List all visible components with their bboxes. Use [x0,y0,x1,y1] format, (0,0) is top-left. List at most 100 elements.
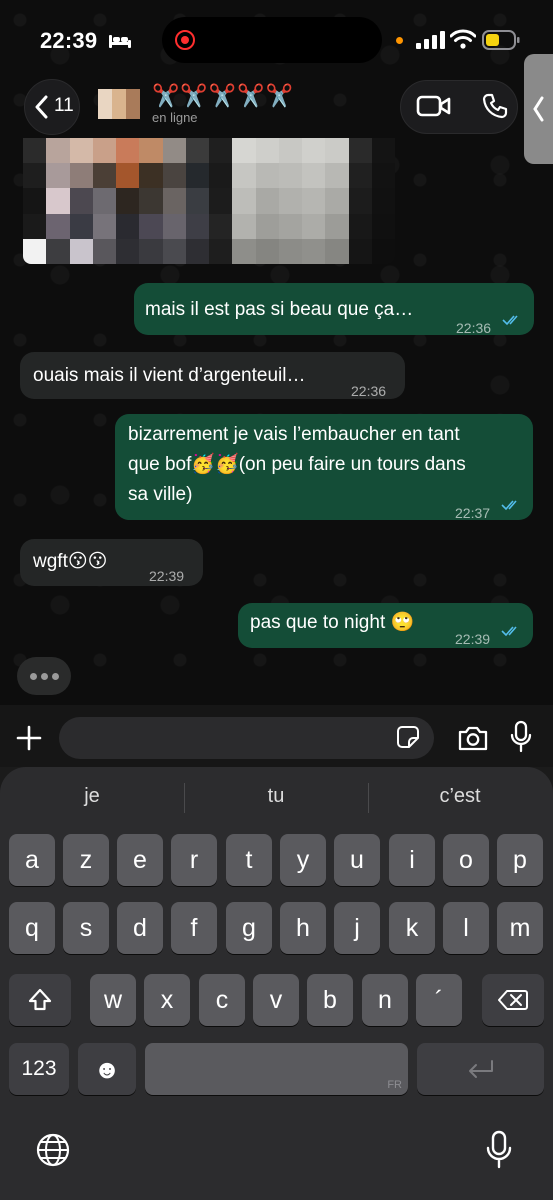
sticker-icon[interactable] [396,725,420,749]
unread-count[interactable]: 11 [54,95,74,117]
pixel-tile [278,138,302,164]
message-time: 22:36 [351,383,387,399]
key-p[interactable]: p [497,834,543,886]
key-c[interactable]: c [199,974,245,1026]
pixel-tile [302,213,326,239]
message-bubble-in[interactable]: ouais mais il vient d’argenteuil… 22:36 [20,352,405,399]
message-time: 22:36 [456,320,492,336]
key-b[interactable]: b [307,974,353,1026]
pixel-tile [255,238,279,264]
phone-call-icon[interactable] [482,93,508,119]
key-acute-accent[interactable]: ´ [416,974,462,1026]
video-call-icon[interactable] [416,94,452,118]
pixel-tile [46,238,70,264]
numbers-key[interactable]: 123 [9,1043,69,1095]
pixel-tile [116,163,140,189]
pixel-tile [255,188,279,214]
avatar[interactable] [98,89,140,119]
message-bubble-in[interactable]: wgft😗😗 22:39 [20,539,203,586]
message-bubble-out[interactable]: pas que to night 🙄 22:39 [238,603,533,648]
image-message-pixelated[interactable] [23,138,395,264]
key-u[interactable]: u [334,834,380,886]
key-t[interactable]: t [226,834,272,886]
pixel-tile [69,188,93,214]
pixel-tile [371,138,395,164]
key-n[interactable]: n [362,974,408,1026]
shift-key[interactable] [9,974,71,1026]
pixel-tile [255,213,279,239]
return-key[interactable] [417,1043,544,1095]
read-ticks-icon [501,626,517,637]
key-m[interactable]: m [497,902,543,954]
key-y[interactable]: y [280,834,326,886]
pixel-tile [371,163,395,189]
suggestion-3[interactable]: c’est [370,785,550,808]
pixel-tile [371,188,395,214]
bed-icon [109,35,131,48]
pixel-tile [23,213,47,239]
key-f[interactable]: f [171,902,217,954]
key-w[interactable]: w [90,974,136,1026]
message-bubble-out[interactable]: mais il est pas si beau que ça… 22:36 [134,283,534,336]
message-time: 22:39 [455,631,491,647]
plus-icon[interactable] [16,725,42,751]
read-ticks-icon [502,315,518,326]
key-x[interactable]: x [144,974,190,1026]
message-time: 22:37 [455,505,491,521]
key-q[interactable]: q [9,902,55,954]
signal-icon [416,31,445,49]
pixel-tile [162,163,186,189]
pixel-tile [139,238,163,264]
camera-icon[interactable] [457,724,489,752]
dictation-microphone-icon[interactable] [486,1130,512,1170]
pixel-tile [162,213,186,239]
contact-name[interactable]: ✂️✂️✂️✂️✂️ [152,83,294,109]
emoji-key[interactable]: ☻ [78,1043,136,1095]
pixel-tile [92,188,116,214]
pixel-tile [325,213,349,239]
pixel-tile [232,188,256,214]
message-time: 22:39 [149,568,185,584]
key-j[interactable]: j [334,902,380,954]
suggestion-1[interactable]: je [2,785,182,808]
chevron-left-icon[interactable] [532,96,544,122]
key-r[interactable]: r [171,834,217,886]
pixel-tile [116,238,140,264]
pixel-tile [348,138,372,164]
key-a[interactable]: a [9,834,55,886]
backspace-key[interactable] [482,974,544,1026]
space-key[interactable]: FR [145,1043,408,1095]
back-chevron-icon[interactable] [34,95,48,119]
pixel-tile [232,138,256,164]
pixel-tile [325,163,349,189]
message-bubble-out[interactable]: bizarrement je vais l’embaucher en tant … [115,414,533,521]
key-g[interactable]: g [226,902,272,954]
pixel-tile [162,188,186,214]
key-s[interactable]: s [63,902,109,954]
pixel-tile [92,163,116,189]
key-z[interactable]: z [63,834,109,886]
key-l[interactable]: l [443,902,489,954]
pixel-tile [23,163,47,189]
pixel-tile [162,238,186,264]
pixel-tile [209,138,233,164]
key-e[interactable]: e [117,834,163,886]
pixel-tile [348,163,372,189]
message-input[interactable] [59,717,434,759]
key-i[interactable]: i [389,834,435,886]
key-v[interactable]: v [253,974,299,1026]
globe-icon[interactable] [36,1133,70,1167]
pixel-tile [185,213,209,239]
key-h[interactable]: h [280,902,326,954]
key-k[interactable]: k [389,902,435,954]
key-o[interactable]: o [443,834,489,886]
suggestion-divider [368,783,369,813]
pixel-tile [46,213,70,239]
key-d[interactable]: d [117,902,163,954]
microphone-icon[interactable] [510,720,532,754]
message-input-bar [0,705,553,767]
pixel-tile [46,188,70,214]
read-ticks-icon [501,500,517,511]
shift-icon [28,988,52,1011]
suggestion-2[interactable]: tu [186,785,366,808]
